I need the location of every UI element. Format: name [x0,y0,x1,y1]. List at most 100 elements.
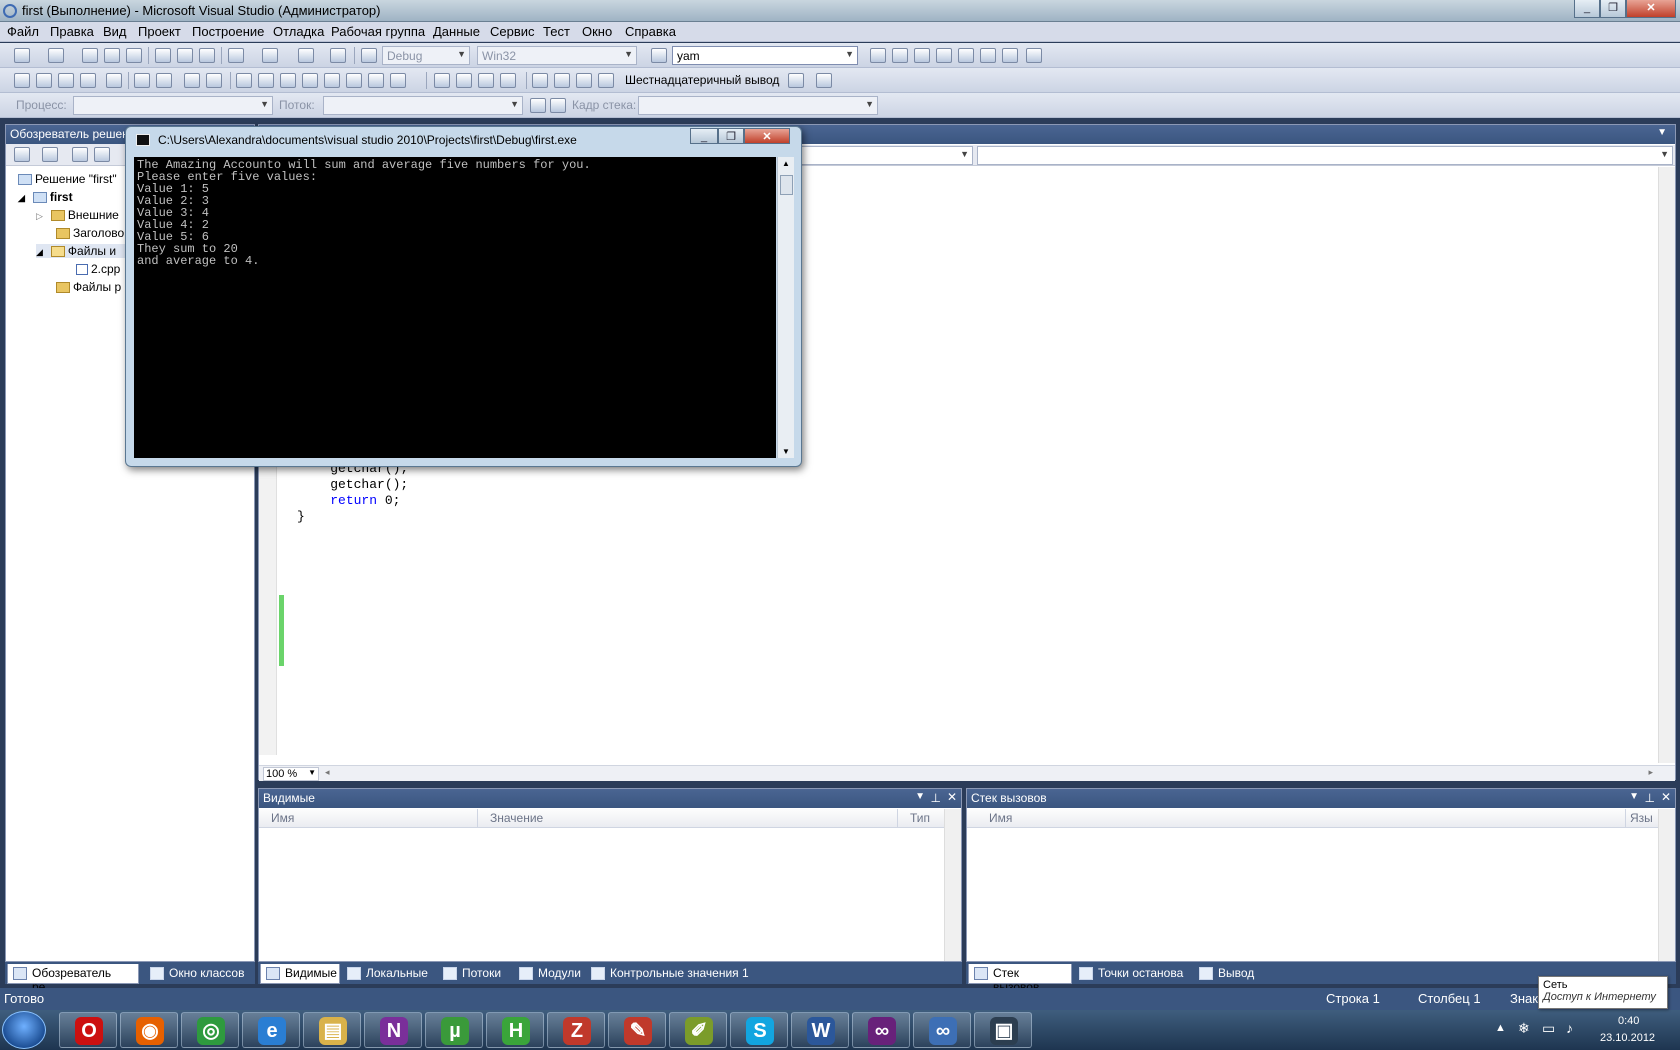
column-header-name[interactable]: Имя [967,809,1625,828]
tab-locals[interactable]: Локальные [342,964,436,984]
indent-icon[interactable] [156,73,172,88]
chevron-down-icon[interactable]: ▼ [1657,127,1667,138]
platform-select[interactable]: Win32 ▼ [477,46,637,65]
scroll-up-icon[interactable]: ▲ [782,159,790,168]
expand-arrow-icon[interactable]: ◢ [36,247,43,257]
console-minimize-button[interactable]: _ [690,128,718,144]
tools-icon[interactable] [958,48,974,63]
uncomment-icon[interactable] [206,73,222,88]
tab-watch-1[interactable]: Контрольные значения 1 [586,964,766,984]
bookmark-icon[interactable] [346,73,362,88]
autos-scrollbar[interactable] [944,809,961,961]
column-header-value[interactable]: Значение [477,809,897,828]
code-line[interactable]: getchar(); [299,477,408,492]
show-all-files-icon[interactable] [42,147,58,162]
taskbar-app-button[interactable]: W [791,1012,849,1048]
paste-icon[interactable] [199,48,215,63]
tree-item-solution[interactable]: Решение "first" [18,172,117,186]
menu-team[interactable]: Рабочая группа [331,24,425,39]
command-window-icon[interactable] [1026,48,1042,63]
menu-help[interactable]: Справка [625,24,676,39]
expand-arrow-icon[interactable]: ◢ [18,193,25,203]
find-in-files-icon[interactable] [651,48,667,63]
restart-icon[interactable] [500,73,516,88]
console-scrollbar[interactable]: ▲ ▼ [777,157,794,458]
stop-icon[interactable] [478,73,494,88]
tab-autos[interactable]: Видимые [260,964,340,984]
taskbar-app-button[interactable]: ◉ [120,1012,178,1048]
breakpoints-icon[interactable] [788,73,804,88]
start-button[interactable] [2,1011,46,1049]
tray-arrow-icon[interactable]: ▲ [1495,1022,1506,1034]
chevron-down-icon[interactable]: ▼ [1629,791,1639,802]
properties-icon[interactable] [14,147,30,162]
start-debugging-icon[interactable] [361,48,377,63]
tab-breakpoints[interactable]: Точки останова [1074,964,1192,984]
show-next-statement-icon[interactable] [598,73,614,88]
column-header-language[interactable]: Язы [1625,809,1659,828]
menu-file[interactable]: Файл [7,24,39,39]
navigate-forward-icon[interactable] [330,48,346,63]
scroll-right-icon[interactable]: ▸ [1648,767,1653,778]
code-line[interactable]: return 0; [299,493,400,508]
outdent-icon[interactable] [134,73,150,88]
console-scroll-thumb[interactable] [780,175,793,195]
open-file-icon[interactable] [82,48,98,63]
menu-build[interactable]: Построение [192,24,264,39]
thread-select[interactable]: ▼ [323,96,523,115]
bookmark-icon[interactable] [236,73,252,88]
windows-icon[interactable] [816,73,832,88]
debug-icon[interactable] [36,73,52,88]
close-button[interactable]: ✕ [1626,0,1676,18]
maximize-button[interactable]: ❐ [1600,0,1626,18]
undo-icon[interactable] [228,48,244,63]
tree-item-resources[interactable]: Файлы р [56,280,121,294]
zoom-select[interactable]: 100 % ▼ [263,767,319,781]
add-item-icon[interactable] [48,48,64,63]
process-select[interactable]: ▼ [73,96,273,115]
save-icon[interactable] [104,48,120,63]
console-screen[interactable]: The Amazing Accounto will sum and averag… [134,157,776,458]
stack-frame-select[interactable]: ▼ [638,96,878,115]
menu-project[interactable]: Проект [138,24,181,39]
tree-item-headers[interactable]: Заголово [56,226,124,240]
taskbar-app-button[interactable]: µ [425,1012,483,1048]
close-icon[interactable]: ✕ [1661,790,1671,804]
taskbar-app-button[interactable]: e [242,1012,300,1048]
tab-threads[interactable]: Потоки [438,964,512,984]
flag-icon[interactable] [530,98,546,113]
pin-icon[interactable]: ⊥ [1645,791,1655,805]
menu-tools[interactable]: Сервис [490,24,535,39]
tab-class-view[interactable]: Окно классов [145,964,255,984]
step-into-icon[interactable] [532,73,548,88]
hex-display-toggle[interactable]: Шестнадцатеричный вывод [625,73,779,87]
redo-icon[interactable] [262,48,278,63]
menu-view[interactable]: Вид [103,24,127,39]
navigate-back-icon[interactable] [298,48,314,63]
menu-edit[interactable]: Правка [50,24,94,39]
start-page-icon[interactable] [1002,48,1018,63]
save-all-icon[interactable] [126,48,142,63]
code-line[interactable]: } [297,509,305,524]
menu-debug[interactable]: Отладка [273,24,324,39]
object-browser-icon[interactable] [914,48,930,63]
member-select[interactable]: ▼ [977,146,1673,165]
taskbar-app-button[interactable]: O [59,1012,117,1048]
configuration-select[interactable]: Debug ▼ [382,46,470,65]
debug-icon[interactable] [80,73,96,88]
column-header-type[interactable]: Тип [897,809,945,828]
network-status-icon[interactable]: ▭ [1542,1020,1555,1037]
close-icon[interactable]: ✕ [947,790,957,804]
cut-icon[interactable] [155,48,171,63]
bookmark-icon[interactable] [390,73,406,88]
properties-icon[interactable] [892,48,908,63]
find-combo[interactable]: yam ▼ [672,46,858,65]
editor-vertical-scrollbar[interactable] [1658,167,1675,763]
bookmark-icon[interactable] [302,73,318,88]
taskbar-app-button[interactable]: ▣ [974,1012,1032,1048]
menu-data[interactable]: Данные [433,24,480,39]
menu-window[interactable]: Окно [582,24,612,39]
taskbar-app-button[interactable]: H [486,1012,544,1048]
tree-item-project[interactable]: ◢ first [18,190,73,204]
bookmark-icon[interactable] [280,73,296,88]
